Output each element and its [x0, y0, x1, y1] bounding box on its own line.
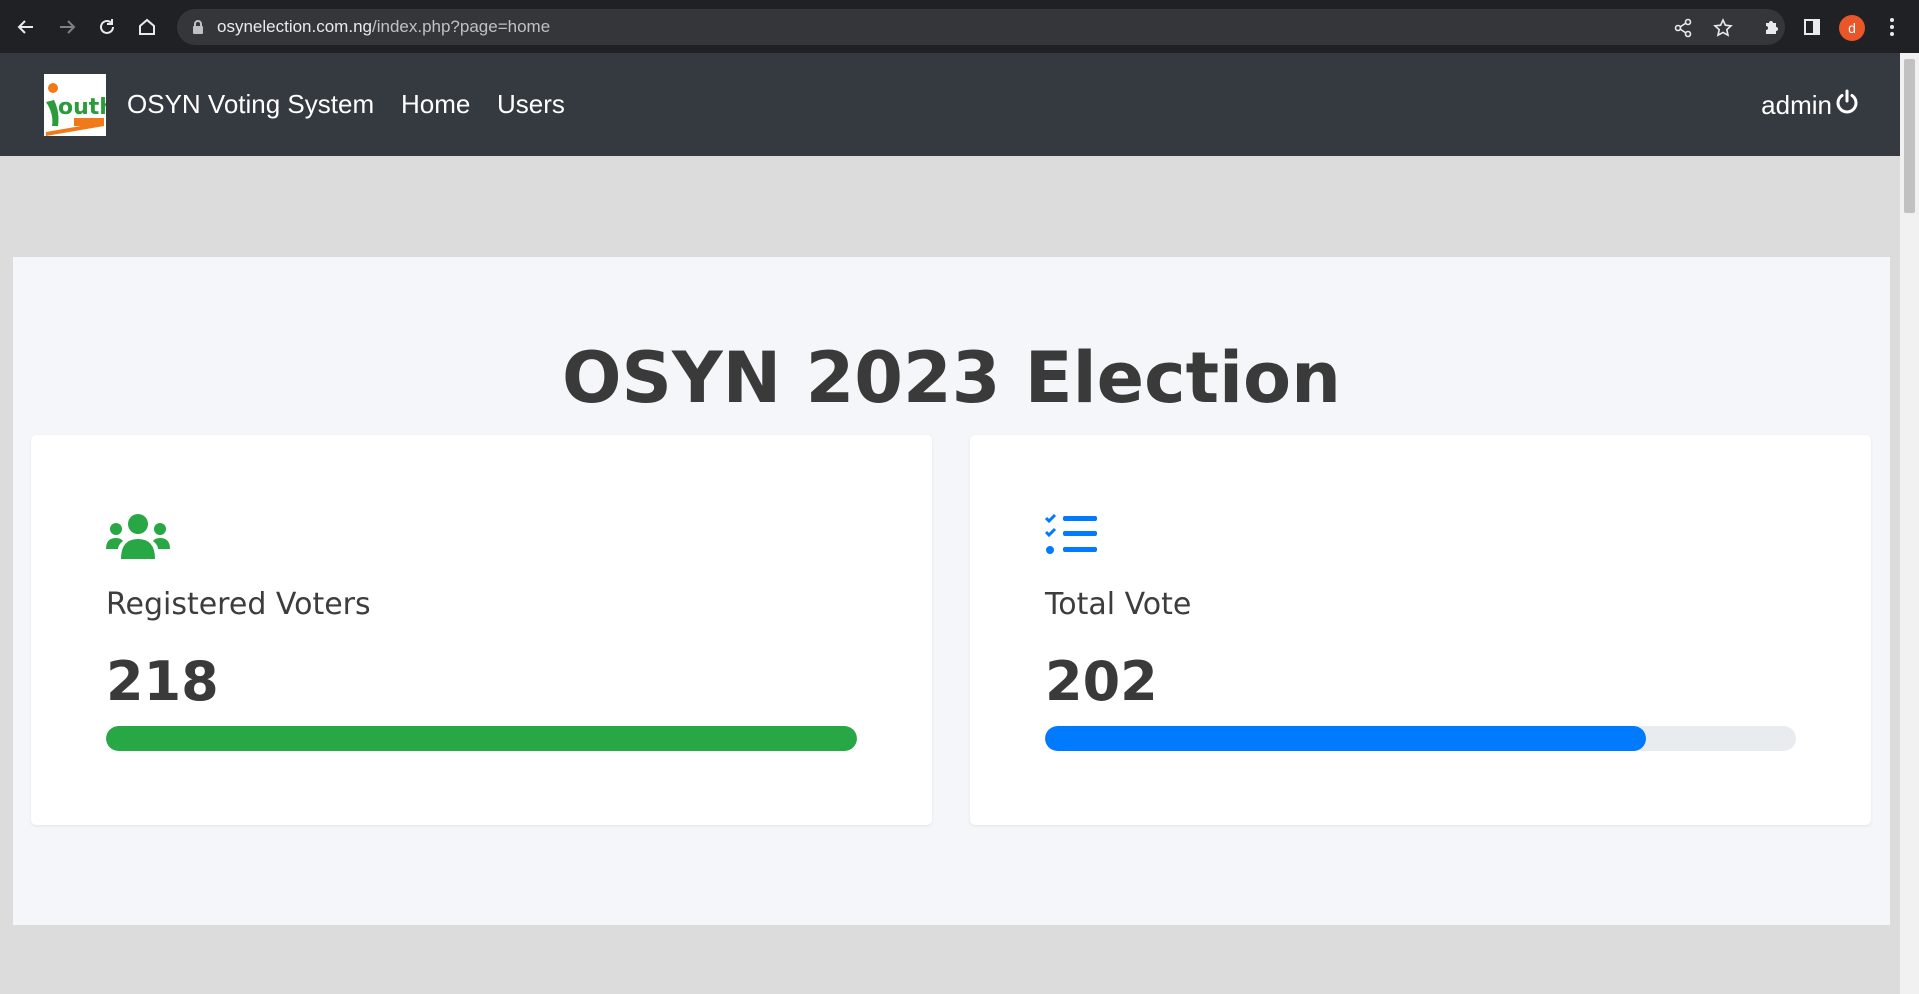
brand-name[interactable]: OSYN Voting System	[127, 89, 374, 120]
svg-text:outh: outh	[58, 95, 106, 120]
tasks-checklist-icon	[1044, 513, 1097, 561]
total-vote-card: Total Vote 202	[970, 435, 1871, 825]
address-bar[interactable]: osynelection.com.ng/index.php?page=home	[177, 9, 1785, 45]
url-host: osynelection.com.ng	[217, 17, 372, 36]
home-button[interactable]	[133, 13, 161, 41]
card-label: Registered Voters	[106, 587, 371, 622]
nav-link-users[interactable]: Users	[497, 89, 565, 120]
browser-toolbar: osynelection.com.ng/index.php?page=home …	[0, 0, 1919, 53]
nav-link-home[interactable]: Home	[401, 89, 470, 120]
forward-button[interactable]	[53, 13, 81, 41]
extensions-puzzle-icon[interactable]	[1760, 15, 1784, 39]
menu-kebab-icon[interactable]	[1880, 15, 1904, 39]
dashboard-content: OSYN 2023 Election Registered Voters 218	[13, 257, 1890, 925]
back-arrow-icon	[17, 20, 33, 34]
top-navbar: outh OSYN Voting System Home Users admin	[0, 53, 1900, 156]
page-title: OSYN 2023 Election	[562, 337, 1341, 419]
osyn-logo[interactable]: outh	[44, 74, 106, 136]
vertical-scrollbar[interactable]	[1900, 53, 1919, 994]
user-menu[interactable]: admin	[1761, 89, 1860, 122]
back-button[interactable]	[12, 13, 40, 41]
reload-icon	[100, 19, 114, 34]
share-icon[interactable]	[1673, 18, 1693, 38]
users-icon	[106, 513, 170, 563]
side-panel-icon[interactable]	[1800, 15, 1824, 39]
card-value: 202	[1045, 650, 1158, 713]
forward-arrow-icon	[60, 20, 76, 34]
lock-icon	[191, 19, 205, 39]
power-logout-icon[interactable]	[1834, 89, 1860, 122]
scrollbar-thumb[interactable]	[1904, 59, 1915, 213]
progress-fill	[1045, 726, 1646, 751]
progress-fill	[106, 726, 857, 751]
progress-bar	[106, 726, 857, 751]
home-icon	[139, 18, 155, 35]
page-viewport: outh OSYN Voting System Home Users admin…	[0, 53, 1900, 994]
reload-button[interactable]	[93, 13, 121, 41]
progress-bar	[1045, 726, 1796, 751]
card-label: Total Vote	[1045, 587, 1192, 622]
username: admin	[1761, 90, 1832, 120]
url-path: /index.php?page=home	[371, 17, 551, 36]
url-text: osynelection.com.ng/index.php?page=home	[217, 17, 550, 37]
bookmark-star-icon[interactable]	[1713, 18, 1733, 38]
registered-voters-card: Registered Voters 218	[31, 435, 932, 825]
profile-avatar[interactable]: d	[1839, 15, 1865, 41]
card-value: 218	[106, 650, 219, 713]
